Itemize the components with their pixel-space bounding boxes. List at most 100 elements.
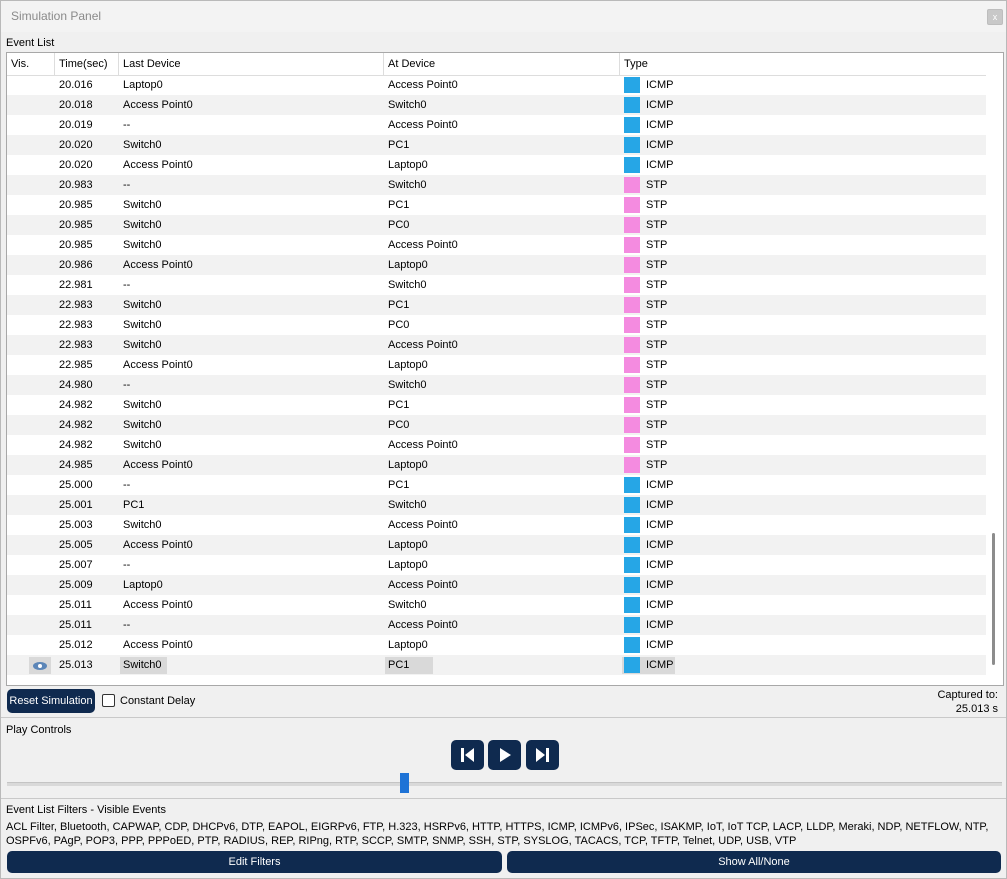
type-color-swatch[interactable] (624, 157, 640, 173)
step-forward-button[interactable] (526, 740, 559, 770)
event-row[interactable]: 24.982 Switch0 Access Point0 STP (7, 435, 986, 455)
type-color-swatch[interactable] (624, 497, 640, 513)
step-back-button[interactable] (451, 740, 484, 770)
close-button[interactable]: x (987, 9, 1003, 25)
type-color-swatch[interactable] (624, 377, 640, 393)
event-row[interactable]: 25.011 -- Access Point0 ICMP (7, 615, 986, 635)
type-color-swatch[interactable] (624, 337, 640, 353)
playback-slider-thumb[interactable] (400, 773, 409, 793)
type-color-swatch[interactable] (624, 417, 640, 433)
event-row[interactable]: 24.982 Switch0 PC0 STP (7, 415, 986, 435)
event-row[interactable]: 20.018 Access Point0 Switch0 ICMP (7, 95, 986, 115)
playback-slider-track[interactable] (7, 782, 1002, 786)
event-last-device: Switch0 (123, 219, 162, 231)
type-color-swatch[interactable] (624, 477, 640, 493)
type-color-swatch[interactable] (624, 457, 640, 473)
type-color-swatch[interactable] (624, 437, 640, 453)
event-last-device: -- (123, 379, 131, 391)
type-color-swatch[interactable] (624, 317, 640, 333)
reset-simulation-button[interactable]: Reset Simulation (7, 689, 95, 713)
event-row[interactable]: 20.985 Switch0 PC1 STP (7, 195, 986, 215)
event-type: STP (646, 319, 668, 331)
type-color-swatch[interactable] (624, 517, 640, 533)
type-color-swatch[interactable] (624, 357, 640, 373)
event-type: ICMP (646, 479, 674, 491)
event-row[interactable]: 25.003 Switch0 Access Point0 ICMP (7, 515, 986, 535)
event-row[interactable]: 24.982 Switch0 PC1 STP (7, 395, 986, 415)
event-row[interactable]: 25.011 Access Point0 Switch0 ICMP (7, 595, 986, 615)
event-row[interactable]: 25.000 -- PC1 ICMP (7, 475, 986, 495)
scrollbar-thumb[interactable] (992, 533, 995, 665)
event-at-device: Access Point0 (388, 519, 458, 531)
type-color-swatch[interactable] (624, 637, 640, 653)
event-row[interactable]: 20.985 Switch0 PC0 STP (7, 215, 986, 235)
event-row[interactable]: 25.001 PC1 Switch0 ICMP (7, 495, 986, 515)
event-row[interactable]: 25.009 Laptop0 Access Point0 ICMP (7, 575, 986, 595)
event-row[interactable]: 24.985 Access Point0 Laptop0 STP (7, 455, 986, 475)
type-color-swatch[interactable] (624, 197, 640, 213)
event-row[interactable]: 22.983 Switch0 PC0 STP (7, 315, 986, 335)
event-row[interactable]: 20.020 Access Point0 Laptop0 ICMP (7, 155, 986, 175)
event-row[interactable]: 25.007 -- Laptop0 ICMP (7, 555, 986, 575)
type-color-swatch[interactable] (624, 97, 640, 113)
type-color-swatch[interactable] (624, 217, 640, 233)
event-row[interactable]: 20.985 Switch0 Access Point0 STP (7, 235, 986, 255)
column-header-last-device[interactable]: Last Device (119, 53, 384, 75)
show-all-none-button[interactable]: Show All/None (507, 851, 1001, 873)
type-color-swatch[interactable] (624, 137, 640, 153)
event-at-device: Access Point0 (388, 619, 458, 631)
play-button[interactable] (488, 740, 521, 770)
event-row[interactable]: 25.005 Access Point0 Laptop0 ICMP (7, 535, 986, 555)
event-row[interactable]: 20.016 Laptop0 Access Point0 ICMP (7, 75, 986, 95)
divider (1, 717, 1006, 718)
event-row[interactable]: 22.981 -- Switch0 STP (7, 275, 986, 295)
type-color-swatch[interactable] (624, 177, 640, 193)
type-color-swatch[interactable] (624, 117, 640, 133)
column-header-at-device[interactable]: At Device (384, 53, 620, 75)
play-controls-label: Play Controls (6, 724, 72, 736)
event-row[interactable]: 20.020 Switch0 PC1 ICMP (7, 135, 986, 155)
event-row[interactable]: 24.980 -- Switch0 STP (7, 375, 986, 395)
column-header-time[interactable]: Time(sec) (55, 53, 119, 75)
type-color-swatch[interactable] (624, 297, 640, 313)
column-header-vis[interactable]: Vis. (7, 53, 55, 75)
event-row[interactable]: 22.983 Switch0 PC1 STP (7, 295, 986, 315)
type-color-swatch[interactable] (624, 277, 640, 293)
step-forward-icon (536, 748, 549, 762)
type-color-swatch[interactable] (624, 237, 640, 253)
event-time: 20.985 (59, 219, 93, 231)
event-row[interactable]: 20.983 -- Switch0 STP (7, 175, 986, 195)
event-type: ICMP (646, 539, 674, 551)
event-type: STP (646, 399, 668, 411)
event-at-device: Access Point0 (388, 79, 458, 91)
type-color-swatch[interactable] (624, 397, 640, 413)
type-color-swatch[interactable] (624, 257, 640, 273)
type-color-swatch[interactable] (624, 617, 640, 633)
event-row[interactable]: 20.986 Access Point0 Laptop0 STP (7, 255, 986, 275)
type-color-swatch[interactable] (624, 597, 640, 613)
type-color-swatch[interactable] (624, 537, 640, 553)
event-row[interactable]: 22.983 Switch0 Access Point0 STP (7, 335, 986, 355)
type-color-swatch[interactable] (624, 577, 640, 593)
column-header-type[interactable]: Type (620, 53, 986, 75)
event-time: 24.982 (59, 439, 93, 451)
type-color-swatch[interactable] (624, 77, 640, 93)
event-time: 20.985 (59, 239, 93, 251)
eye-icon[interactable] (29, 657, 51, 674)
event-at-device: Laptop0 (388, 159, 428, 171)
title-bar: Simulation Panel x (1, 1, 1006, 32)
event-row[interactable]: 25.012 Access Point0 Laptop0 ICMP (7, 635, 986, 655)
event-row[interactable]: 22.985 Access Point0 Laptop0 STP (7, 355, 986, 375)
vertical-scrollbar[interactable] (986, 53, 1002, 685)
edit-filters-button[interactable]: Edit Filters (7, 851, 502, 873)
type-color-swatch[interactable] (624, 657, 640, 673)
event-at-device: Access Point0 (388, 339, 458, 351)
captured-to-label: Captured to: (937, 689, 998, 701)
event-at-device: Laptop0 (388, 559, 428, 571)
type-color-swatch[interactable] (624, 557, 640, 573)
event-last-device: Switch0 (123, 199, 162, 211)
event-row[interactable]: 20.019 -- Access Point0 ICMP (7, 115, 986, 135)
constant-delay-checkbox[interactable] (102, 694, 115, 707)
event-row[interactable]: 25.013 Switch0 PC1 ICMP (7, 655, 986, 675)
event-time: 22.981 (59, 279, 93, 291)
